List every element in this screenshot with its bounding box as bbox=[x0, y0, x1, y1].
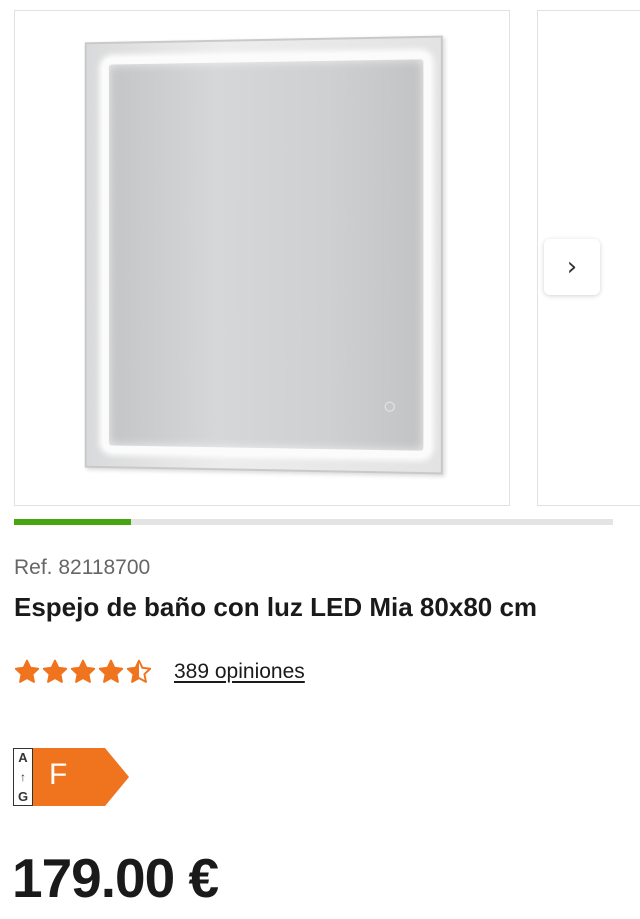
star-half-icon bbox=[126, 659, 152, 683]
mirror-glass bbox=[102, 52, 431, 458]
product-price: 179.00 € bbox=[12, 847, 219, 909]
chevron-right-icon: › bbox=[566, 252, 578, 282]
energy-scale-top: A bbox=[18, 750, 28, 765]
star-full-icon bbox=[98, 659, 124, 683]
energy-scale-arrow: ↑ bbox=[20, 770, 26, 784]
energy-class-arrow bbox=[33, 748, 129, 806]
gallery-progress-track bbox=[14, 519, 613, 525]
product-title: Espejo de baño con luz LED Mia 80x80 cm bbox=[14, 592, 538, 622]
star-full-icon bbox=[70, 659, 96, 683]
product-rating[interactable]: 389 opiniones bbox=[14, 659, 305, 685]
mirror-touch-sensor bbox=[384, 401, 395, 412]
product-image-card[interactable] bbox=[14, 10, 510, 506]
gallery-progress-fill bbox=[14, 519, 131, 525]
energy-class-badge: F bbox=[33, 748, 129, 806]
rating-stars bbox=[14, 659, 154, 685]
energy-class-letter: F bbox=[49, 758, 68, 791]
product-image-mirror bbox=[84, 35, 443, 475]
star-full-icon bbox=[42, 659, 68, 683]
gallery-next-button[interactable]: › bbox=[544, 239, 600, 295]
energy-scale: A ↑ G bbox=[13, 748, 33, 806]
star-full-icon bbox=[14, 659, 40, 683]
energy-scale-bottom: G bbox=[17, 789, 29, 804]
reviews-link[interactable]: 389 opiniones bbox=[174, 660, 305, 684]
energy-label[interactable]: A ↑ G F bbox=[13, 748, 129, 808]
product-ref: Ref. 82118700 bbox=[14, 556, 151, 579]
